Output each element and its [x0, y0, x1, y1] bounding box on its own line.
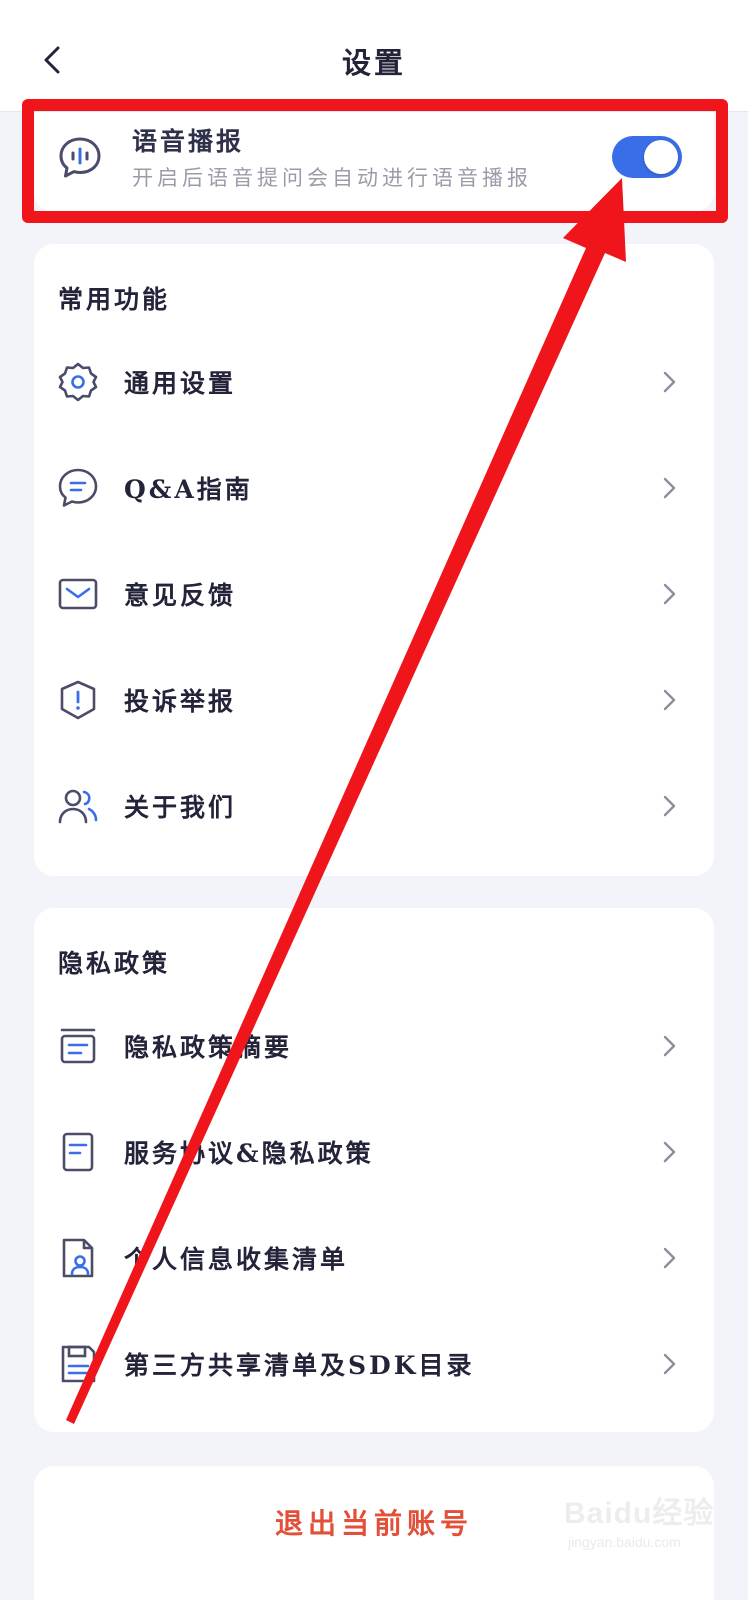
chevron-right-icon — [663, 477, 676, 499]
voice-broadcast-description: 开启后语音提问会自动进行语音播报 — [132, 166, 532, 190]
row-label: 关于我们 — [124, 793, 237, 822]
users-icon — [58, 789, 98, 824]
document-icon — [62, 1132, 94, 1172]
row-feedback[interactable]: 意见反馈 — [34, 554, 714, 634]
voice-broadcast-title: 语音播报 — [132, 127, 245, 156]
row-about-us[interactable]: 关于我们 — [34, 766, 714, 846]
chevron-right-icon — [663, 689, 676, 711]
top-bar: 设置 — [0, 0, 748, 112]
shield-alert-icon — [60, 680, 96, 720]
floppy-list-icon — [61, 1345, 96, 1383]
voice-chat-icon — [59, 137, 101, 178]
row-label: 第三方共享清单及SDK目录 — [124, 1351, 475, 1380]
row-label: 服务协议&隐私政策 — [124, 1139, 374, 1168]
chevron-right-icon — [663, 583, 676, 605]
toggle-knob — [644, 140, 678, 174]
row-complaint[interactable]: 投诉举报 — [34, 660, 714, 740]
row-privacy-summary[interactable]: 隐私政策摘要 — [34, 1006, 714, 1086]
row-third-party-sdk-list[interactable]: 第三方共享清单及SDK目录 — [34, 1324, 714, 1404]
chevron-right-icon — [663, 1035, 676, 1057]
row-general-settings[interactable]: 通用设置 — [34, 342, 714, 422]
row-label: Q&A指南 — [124, 475, 253, 504]
section-title-common: 常用功能 — [58, 280, 170, 318]
row-label: 意见反馈 — [124, 581, 237, 610]
privacy-policy-card: 隐私政策 隐私政策摘要 服务协议&隐私政策 个人信息收集清单 第三方共享清单及S… — [34, 908, 714, 1432]
row-service-agreement[interactable]: 服务协议&隐私政策 — [34, 1112, 714, 1192]
row-label: 个人信息收集清单 — [124, 1245, 349, 1274]
row-personal-info-list[interactable]: 个人信息收集清单 — [34, 1218, 714, 1298]
voice-broadcast-toggle[interactable] — [612, 136, 682, 178]
watermark-url: jingyan.baidu.com — [568, 1534, 681, 1550]
gear-icon — [58, 362, 98, 402]
chevron-right-icon — [663, 1247, 676, 1269]
section-title-privacy: 隐私政策 — [58, 944, 170, 982]
row-label: 通用设置 — [124, 369, 237, 398]
chevron-right-icon — [663, 371, 676, 393]
watermark: Baidu经验 jingyan.baidu.com — [560, 1478, 740, 1568]
chevron-right-icon — [663, 1353, 676, 1375]
chat-bubble-icon — [58, 468, 98, 507]
common-functions-card: 常用功能 通用设置 Q&A指南 意见反馈 投诉举报 关于我们 — [34, 244, 714, 876]
envelope-icon — [58, 578, 98, 610]
document-list-icon — [60, 1028, 96, 1064]
page-title: 设置 — [341, 46, 406, 80]
watermark-brand: Baidu经验 — [564, 1497, 715, 1530]
chevron-right-icon — [663, 795, 676, 817]
row-label: 投诉举报 — [124, 687, 237, 716]
chevron-right-icon — [663, 1141, 676, 1163]
voice-broadcast-card: 语音播报 开启后语音提问会自动进行语音播报 — [34, 112, 714, 212]
person-file-icon — [62, 1238, 94, 1278]
row-label: 隐私政策摘要 — [124, 1033, 293, 1062]
row-qa-guide[interactable]: Q&A指南 — [34, 448, 714, 528]
